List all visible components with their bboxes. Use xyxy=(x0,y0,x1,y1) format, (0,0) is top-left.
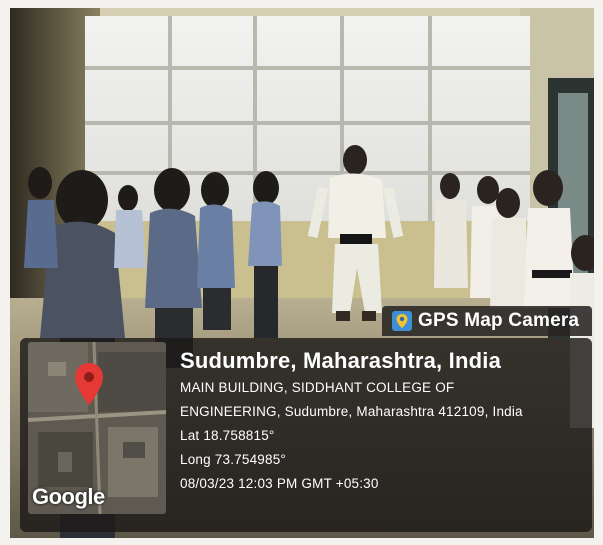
gps-map-camera-icon xyxy=(392,311,412,331)
latitude: Lat 18.758815° xyxy=(180,428,275,443)
badge-label: GPS Map Camera xyxy=(418,310,580,331)
address-line-1: MAIN BUILDING, SIDDHANT COLLEGE OF xyxy=(180,380,455,395)
longitude: Long 73.754985° xyxy=(180,452,286,467)
photo-frame: Google GPS Map Camera Sudumbre, Maharash… xyxy=(10,8,594,538)
location-info: Sudumbre, Maharashtra, India MAIN BUILDI… xyxy=(180,348,523,500)
address-line-2: ENGINEERING, Sudumbre, Maharashtra 41210… xyxy=(180,404,523,419)
timestamp: 08/03/23 12:03 PM GMT +05:30 xyxy=(180,476,379,491)
gps-map-camera-badge: GPS Map Camera xyxy=(382,306,592,336)
google-logo: Google xyxy=(32,484,105,509)
map-pin-icon xyxy=(75,363,103,405)
place-title: Sudumbre, Maharashtra, India xyxy=(180,348,502,373)
